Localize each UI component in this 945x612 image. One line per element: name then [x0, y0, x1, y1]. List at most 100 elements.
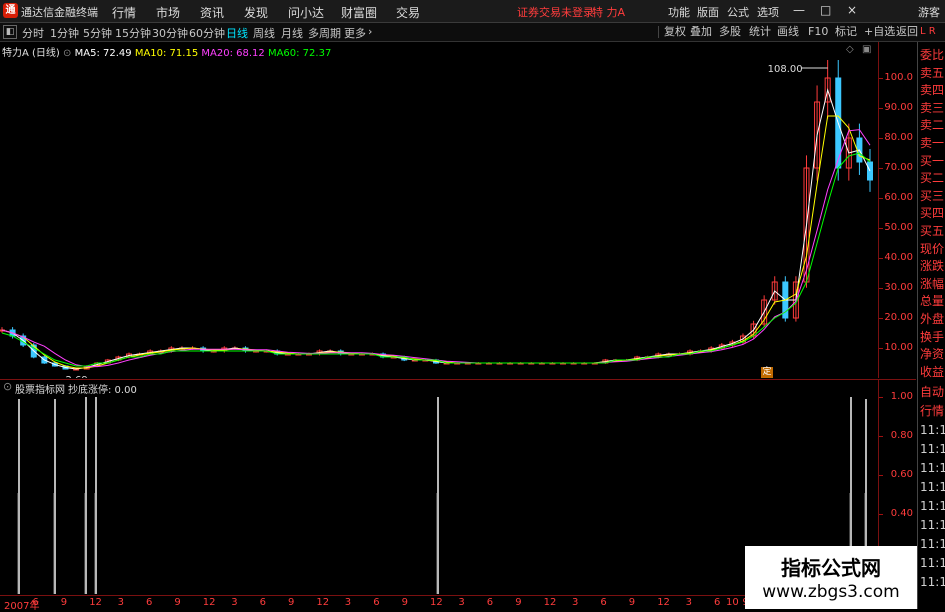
date-label: 3: [458, 597, 465, 608]
period-toolbar: ◧ 分时 1分钟 5分钟 15分钟 30分钟 60分钟 日线 周线 月线 多周期…: [0, 23, 945, 42]
menu-options[interactable]: 选项: [757, 4, 779, 20]
close-icon[interactable]: ×: [847, 3, 857, 17]
toolbar-divider: [658, 26, 659, 38]
tick-time: 11:1: [920, 442, 945, 456]
overlay-button[interactable]: 叠加: [690, 24, 712, 39]
tab-daily[interactable]: 日线: [226, 25, 248, 41]
menu-trade[interactable]: 交易: [396, 4, 420, 21]
date-label: 3: [231, 597, 238, 608]
tick-time: 11:1: [920, 518, 945, 532]
tab-1min[interactable]: 1分钟: [50, 25, 79, 41]
kline-chart[interactable]: 108.00 2.69: [0, 42, 878, 378]
tab-30min[interactable]: 30分钟: [152, 25, 188, 41]
back-button[interactable]: 返回: [896, 24, 918, 39]
date-label: 6: [32, 597, 39, 608]
menu-ask[interactable]: 问小达: [288, 4, 324, 21]
date-label: 12: [202, 597, 216, 608]
app-logo-icon: 通: [3, 3, 18, 18]
quote-field-label: 涨幅: [920, 276, 945, 291]
quote-field-label: 卖五: [920, 65, 945, 80]
guest-label[interactable]: 游客: [918, 4, 940, 20]
axis-tick: [879, 108, 883, 109]
ma5-line: [1, 88, 871, 370]
menu-layout[interactable]: 版面: [697, 4, 719, 20]
auto-quote-label[interactable]: 行情: [920, 404, 944, 418]
maximize-icon[interactable]: □: [820, 3, 831, 17]
quote-field-label: 买一: [920, 153, 945, 168]
high-label: 108.00: [768, 64, 803, 75]
quote-field-label: 收益: [920, 364, 945, 379]
date-label: 12: [316, 597, 330, 608]
menu-discover[interactable]: 发现: [244, 4, 268, 21]
date-label: 12: [430, 597, 443, 608]
quote-field-label: 卖二: [920, 118, 945, 133]
tick-time: 11:1: [920, 575, 945, 589]
draw-button[interactable]: 画线: [777, 24, 799, 39]
quote-panel: 委比 卖五 卖四 卖三 卖二 卖一 买一 买二 买三 买四 买五 现价 涨跌 涨幅 总量 外盘 换手 净资 收益 自动…: [917, 42, 945, 609]
date-label: 12: [89, 597, 102, 608]
multistock-button[interactable]: 多股: [719, 24, 741, 39]
date-label: 6: [146, 597, 153, 608]
quote-field-label: 外盘: [920, 312, 945, 326]
low-label: 2.69: [66, 375, 88, 378]
title-bar: 通 通达信金融终端 行情 市场 资讯 发现 问小达 财富圈 交易 证券交易未登录…: [0, 0, 945, 23]
indicator-settings-icon[interactable]: ⊙: [3, 380, 12, 393]
mark-button[interactable]: 标记: [835, 24, 857, 39]
tab-timeshare[interactable]: 分时: [22, 25, 44, 41]
date-label: 3: [117, 597, 124, 608]
menu-wealth[interactable]: 财富圈: [341, 4, 377, 21]
nav-left-icon[interactable]: ◧: [3, 25, 17, 39]
tick-time: 11:1: [920, 423, 945, 437]
quote-field-label: 卖三: [920, 100, 945, 115]
date-label: 10: [726, 597, 739, 608]
price-tick-label: 100.0: [884, 72, 913, 83]
lr-toggle-icon[interactable]: L R: [920, 24, 936, 39]
ma10-line: [1, 115, 871, 369]
tick-time: 11:1: [920, 556, 945, 570]
quote-field-label: 买二: [920, 171, 945, 186]
event-mark[interactable]: 定: [761, 367, 773, 378]
tab-60min[interactable]: 60分钟: [189, 25, 225, 41]
price-tick-label: 10.00: [884, 342, 913, 353]
tab-monthly[interactable]: 月线: [281, 25, 303, 41]
menu-formula[interactable]: 公式: [727, 4, 749, 20]
tab-multi[interactable]: 多周期: [308, 25, 341, 41]
menu-quotes[interactable]: 行情: [112, 4, 136, 21]
axis-tick: [879, 78, 883, 79]
tick-time: 11:1: [920, 480, 945, 494]
price-tick-label: 20.00: [884, 312, 913, 323]
tick-time: 11:1: [920, 537, 945, 551]
indicator-tick-label: 0.40: [890, 508, 913, 519]
menu-market[interactable]: 市场: [156, 4, 180, 21]
add-watchlist-button[interactable]: +自选: [864, 24, 895, 39]
menu-news[interactable]: 资讯: [200, 4, 224, 21]
date-label: 12: [543, 597, 557, 608]
date-label: 6: [714, 597, 721, 608]
minimize-icon[interactable]: —: [793, 3, 805, 17]
stats-button[interactable]: 统计: [749, 24, 771, 39]
f10-button[interactable]: F10: [808, 24, 828, 39]
watermark: 指标公式网 www.zbgs3.com: [745, 546, 917, 609]
axis-tick: [879, 288, 883, 289]
tab-weekly[interactable]: 周线: [253, 25, 275, 41]
date-label: 9: [288, 597, 295, 608]
axis-tick: [879, 318, 883, 319]
menu-function[interactable]: 功能: [668, 4, 690, 20]
login-status[interactable]: 证券交易未登录: [517, 4, 594, 20]
tick-time: 11:1: [920, 499, 945, 513]
tab-more[interactable]: 更多: [344, 25, 366, 41]
date-label: 6: [486, 597, 494, 608]
axis-tick: [879, 228, 883, 229]
more-chevron-icon[interactable]: ›: [368, 25, 372, 38]
auto-quote-label[interactable]: 自动: [920, 385, 944, 399]
watermark-url: www.zbgs3.com: [762, 582, 900, 602]
price-axis: 100.0 90.00 80.00 70.00 60.00 50.00 40.00 30.00…: [878, 42, 917, 378]
date-label: 9: [628, 597, 636, 608]
watermark-title: 指标公式网: [781, 556, 881, 580]
tab-5min[interactable]: 5分钟: [83, 25, 112, 41]
indicator-tick-label: 1.00: [890, 391, 913, 402]
tick-time: 11:1: [920, 461, 945, 475]
adjust-button[interactable]: 复权: [664, 24, 686, 39]
tab-15min[interactable]: 15分钟: [115, 25, 151, 41]
price-tick-label: 90.00: [884, 102, 913, 113]
